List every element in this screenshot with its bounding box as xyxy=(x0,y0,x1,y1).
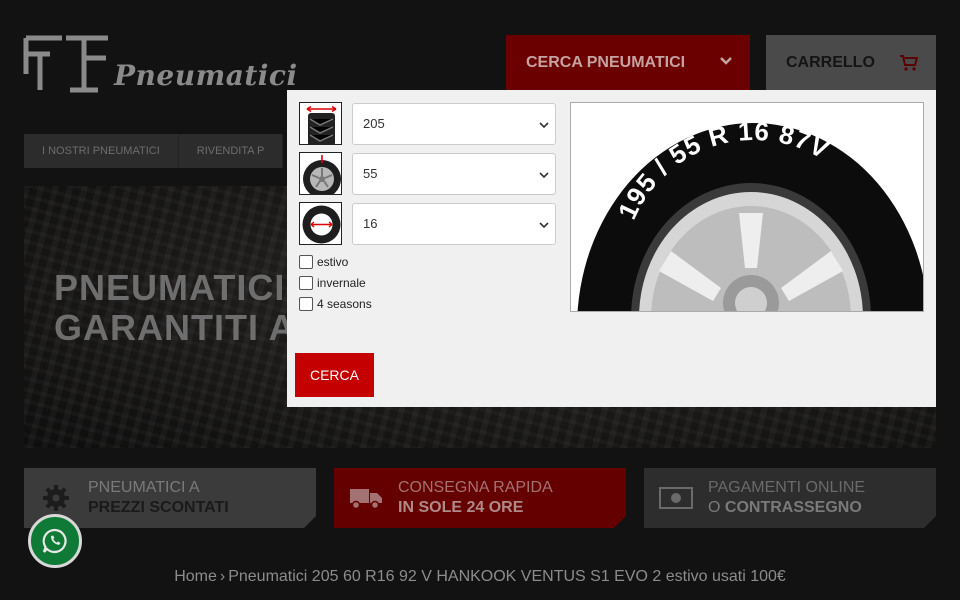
feature-corner xyxy=(304,516,316,528)
season-winter-checkbox[interactable]: invernale xyxy=(299,276,366,290)
season-summer-checkbox[interactable]: estivo xyxy=(299,255,348,269)
tire-size-illustration: 195 / 55 R 16 87V xyxy=(570,102,924,312)
rim-row: 16 xyxy=(299,202,556,245)
breadcrumb-current: Pneumatici 205 60 R16 92 V HANKOOK VENTU… xyxy=(228,568,786,585)
nav-item-our-tires[interactable]: I NOSTRI PNEUMATICI xyxy=(24,134,179,168)
width-row: 205 xyxy=(299,102,556,145)
season-allseason-label: 4 seasons xyxy=(317,297,372,311)
hero-title-line-1: PNEUMATICI xyxy=(54,267,286,308)
tire-rim-icon xyxy=(299,202,342,245)
feature-3-line-1: PAGAMENTI ONLINE xyxy=(708,479,866,496)
chevron-down-icon xyxy=(539,171,549,178)
breadcrumb-home[interactable]: Home xyxy=(174,568,217,585)
feature-1-line-1: PNEUMATICI A xyxy=(88,479,200,496)
feature-2-line-1: CONSEGNA RAPIDA xyxy=(398,479,553,496)
breadcrumb-separator: › xyxy=(219,568,226,585)
hero-title: PNEUMATICI GARANTITI A xyxy=(54,268,296,348)
feature-3-line-2: O CONTRASSEGNO xyxy=(708,498,865,518)
tire-sidewall-icon xyxy=(299,152,342,195)
chevron-down-icon xyxy=(539,121,549,128)
search-tires-label: CERCA PNEUMATICI xyxy=(526,54,686,71)
cart-label: CARRELLO xyxy=(786,54,875,71)
checkbox-box[interactable] xyxy=(299,276,313,290)
width-select-value: 205 xyxy=(363,116,385,131)
feature-corner xyxy=(614,516,626,528)
tire-search-panel: 205 55 16 estivo invernale 4 seasons CER… xyxy=(287,90,936,407)
season-summer-label: estivo xyxy=(317,255,349,269)
site-logo[interactable]: Pneumatici xyxy=(22,34,298,94)
whatsapp-button[interactable] xyxy=(28,514,82,568)
banknote-icon xyxy=(656,478,696,518)
rim-select[interactable]: 16 xyxy=(352,202,556,245)
width-select[interactable]: 205 xyxy=(352,102,556,145)
tire-width-icon xyxy=(299,102,342,145)
cart-icon xyxy=(900,55,918,71)
checkbox-box[interactable] xyxy=(299,255,313,269)
main-nav: I NOSTRI PNEUMATICI RIVENDITA P xyxy=(24,134,284,168)
logo-text: Pneumatici xyxy=(114,59,298,92)
season-winter-label: invernale xyxy=(317,276,366,290)
breadcrumb: Home › Pneumatici 205 60 R16 92 V HANKOOK … xyxy=(0,568,960,586)
nav-item-resale[interactable]: RIVENDITA P xyxy=(179,134,284,168)
feature-3-line-2-strong: CONTRASSEGNO xyxy=(724,499,862,516)
gear-icon xyxy=(36,478,76,518)
season-allseason-checkbox[interactable]: 4 seasons xyxy=(299,297,372,311)
whatsapp-icon xyxy=(42,528,67,554)
ratio-row: 55 xyxy=(299,152,556,195)
search-submit-button[interactable]: CERCA xyxy=(295,353,374,397)
feature-fast-delivery: CONSEGNA RAPIDA IN SOLE 24 ORE xyxy=(334,468,626,528)
cart-button[interactable]: CARRELLO xyxy=(766,35,936,91)
rim-select-value: 16 xyxy=(363,216,378,231)
feature-1-line-2: PREZZI SCONTATI xyxy=(88,499,229,516)
feature-online-payments: PAGAMENTI ONLINE O CONTRASSEGNO xyxy=(644,468,936,528)
chevron-down-icon xyxy=(720,57,732,65)
search-tires-button[interactable]: CERCA PNEUMATICI xyxy=(506,35,750,91)
chevron-down-icon xyxy=(539,221,549,228)
ratio-select-value: 55 xyxy=(363,166,378,181)
truck-icon xyxy=(346,478,386,518)
checkbox-box[interactable] xyxy=(299,297,313,311)
feature-3-line-2-prefix: O xyxy=(708,499,725,516)
feature-corner xyxy=(924,516,936,528)
ratio-select[interactable]: 55 xyxy=(352,152,556,195)
feature-2-line-2: IN SOLE 24 ORE xyxy=(398,499,524,516)
hero-title-line-2: GARANTITI A xyxy=(54,307,296,348)
logo-mark-icon xyxy=(23,35,108,93)
